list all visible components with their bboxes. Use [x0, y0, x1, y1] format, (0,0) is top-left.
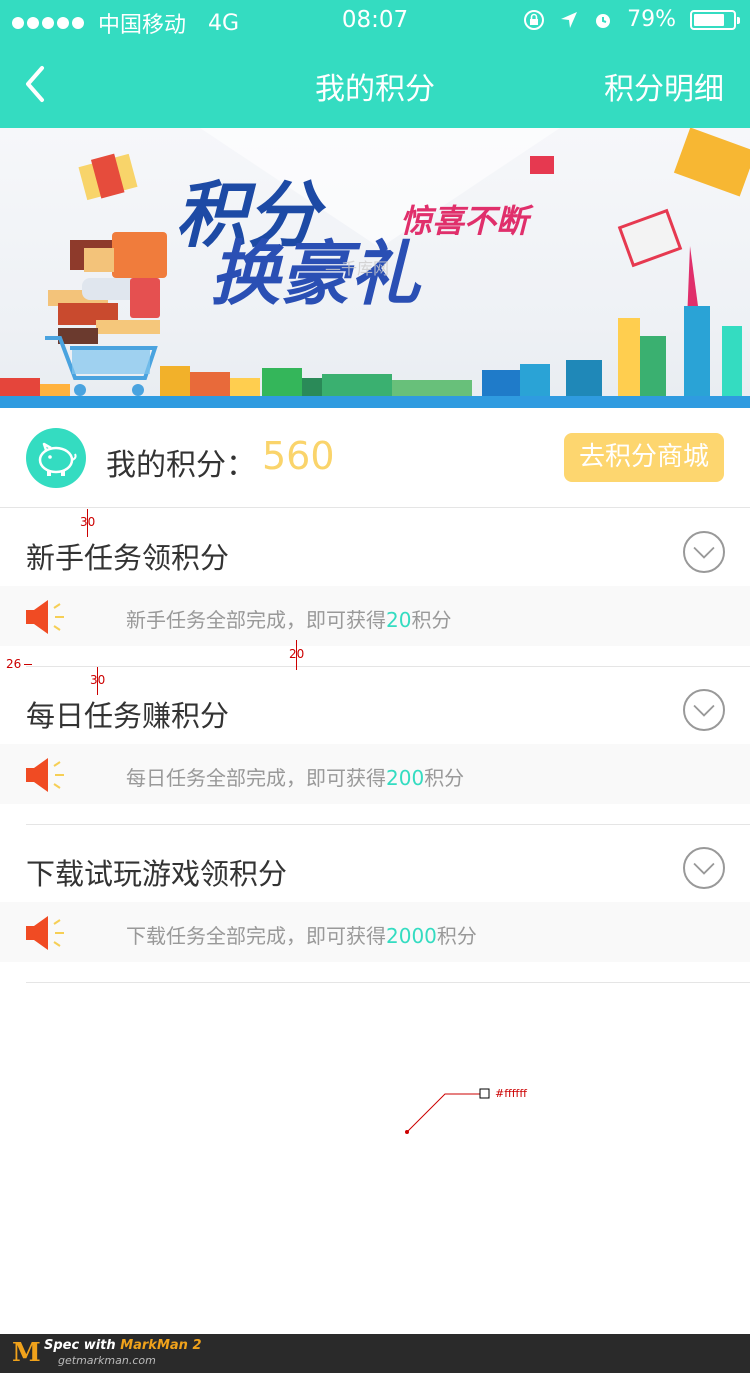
- speaker-icon: [26, 600, 64, 634]
- spec-prefix: Spec with: [44, 1338, 116, 1353]
- status-bar: 中国移动 4G 08:07 79%: [0, 0, 750, 40]
- markman-logo: M: [12, 1338, 41, 1368]
- task-note-daily: 每日任务全部完成，即可获得200积分: [0, 744, 750, 804]
- divider: [26, 982, 750, 983]
- location-arrow-icon: [561, 11, 578, 28]
- note-suffix: 积分: [411, 608, 452, 632]
- svg-text:—千库网: —千库网: [325, 259, 389, 278]
- note-amount: 200: [386, 766, 425, 790]
- chevron-down-icon[interactable]: [683, 847, 725, 889]
- note-prefix: 下载任务全部完成，即可获得: [126, 924, 386, 948]
- annotation-line: [296, 640, 297, 670]
- points-detail-link[interactable]: 积分明细: [604, 64, 724, 108]
- task-note-download: 下载任务全部完成，即可获得2000积分: [0, 902, 750, 962]
- annotation-line: [87, 509, 88, 537]
- chevron-down-icon[interactable]: [683, 531, 725, 573]
- lock-rotation-icon: [524, 9, 545, 30]
- note-amount: 20: [386, 608, 412, 632]
- task-note-text: 每日任务全部完成，即可获得200积分: [126, 762, 464, 791]
- note-suffix: 积分: [424, 766, 465, 790]
- task-section-newbie[interactable]: 新手任务领积分: [0, 509, 750, 587]
- banner-title-line2: 换豪礼: [210, 233, 422, 315]
- task-title: 下载试玩游戏领积分: [26, 857, 288, 891]
- task-title: 每日任务赚积分: [26, 699, 230, 733]
- note-suffix: 积分: [436, 924, 477, 948]
- task-section-download[interactable]: 下载试玩游戏领积分: [0, 825, 750, 903]
- status-right: 79%: [523, 7, 740, 32]
- promo-banner[interactable]: 积分 惊喜不断 换豪礼 —千库网: [0, 128, 750, 408]
- color-annotation: #ffffff: [495, 1087, 527, 1100]
- note-prefix: 每日任务全部完成，即可获得: [126, 766, 386, 790]
- spacing-annotation: 26: [6, 657, 22, 671]
- markman-site: getmarkman.com: [58, 1354, 156, 1367]
- speaker-icon: [26, 916, 64, 950]
- task-note-text: 新手任务全部完成，即可获得20积分: [126, 604, 451, 633]
- note-amount: 2000: [386, 924, 437, 948]
- battery-percent: 79%: [627, 7, 676, 32]
- task-title: 新手任务领积分: [26, 541, 230, 575]
- spec-brand: MarkMan 2: [120, 1338, 202, 1353]
- task-note-newbie: 新手任务全部完成，即可获得20积分: [0, 586, 750, 646]
- chevron-down-icon[interactable]: [683, 689, 725, 731]
- task-note-text: 下载任务全部完成，即可获得2000积分: [126, 920, 477, 949]
- banner-illustration: 积分 惊喜不断 换豪礼 —千库网: [0, 128, 750, 408]
- battery-icon: [690, 9, 740, 30]
- my-points-row: 我的积分： 560 去积分商城: [0, 408, 750, 508]
- annotation-line: [97, 667, 98, 695]
- points-label: 我的积分：: [106, 448, 256, 483]
- go-points-mall-button[interactable]: 去积分商城: [564, 433, 724, 482]
- task-section-daily[interactable]: 每日任务赚积分: [0, 667, 750, 745]
- speaker-icon: [26, 758, 64, 792]
- battery-fill: [694, 13, 724, 26]
- nav-bar: 我的积分 积分明细: [0, 40, 750, 128]
- points-value: 560: [262, 434, 335, 478]
- note-prefix: 新手任务全部完成，即可获得: [126, 608, 386, 632]
- top-bar: 中国移动 4G 08:07 79% 我的积分 积分明细: [0, 0, 750, 128]
- alarm-icon: [596, 13, 611, 28]
- piggy-bank-icon: [26, 428, 86, 488]
- gift-icon: [78, 153, 138, 201]
- annotation-line: [24, 664, 32, 665]
- banner-tagline: 惊喜不断: [400, 202, 534, 240]
- spec-label: Spec with MarkMan 2: [44, 1338, 202, 1353]
- markman-footer: M Spec with MarkMan 2 getmarkman.com: [0, 1334, 750, 1373]
